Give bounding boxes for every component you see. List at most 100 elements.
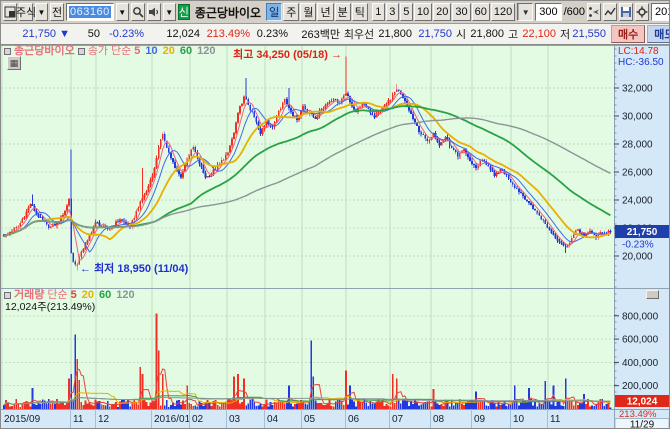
bars-total-label: /600 xyxy=(564,6,585,18)
quote-cell-7: 최우선 xyxy=(343,25,375,43)
period-button-틱[interactable]: 틱 xyxy=(352,3,368,21)
volume-caption: 12,024주(213.49%) xyxy=(5,302,95,313)
quote-cell-8: 21,800 xyxy=(375,25,415,43)
svg-text:200,000: 200,000 xyxy=(622,381,659,392)
quote-cell-4: 213.49% xyxy=(203,25,253,43)
interval-combo[interactable]: ▼ xyxy=(517,3,533,21)
minute-button-120[interactable]: 120 xyxy=(491,3,515,21)
period-button-주[interactable]: 주 xyxy=(283,3,299,21)
speaker-icon[interactable] xyxy=(147,3,161,21)
x-axis-label-05: 05 xyxy=(304,414,315,425)
low-annotation: ← 최저 18,950 (11/04) xyxy=(80,264,188,275)
trendline-tool-icon[interactable] xyxy=(603,3,617,21)
svg-text:600,000: 600,000 xyxy=(622,335,659,346)
gear-icon[interactable] xyxy=(635,3,649,21)
new-stock-badge: 신 xyxy=(178,4,190,20)
volume-ma-period-60: 60 xyxy=(99,290,111,301)
price-legend: 종근당바이오 종가 단순 5102060120 xyxy=(4,46,216,57)
svg-text:20,000: 20,000 xyxy=(622,252,653,263)
search-icon[interactable] xyxy=(131,3,145,21)
volume-ma-period-120: 120 xyxy=(116,290,134,301)
svg-text:24,000: 24,000 xyxy=(622,196,653,207)
minute-button-30[interactable]: 30 xyxy=(452,3,470,21)
legend-stock-name: 종근당바이오 xyxy=(14,46,75,57)
svg-text:800,000: 800,000 xyxy=(622,311,659,322)
all-market-button[interactable]: 전 xyxy=(50,3,64,21)
x-axis-separator xyxy=(301,409,302,429)
legend-periods: 5102060120 xyxy=(134,46,215,57)
x-axis-label-10: 10 xyxy=(513,414,524,425)
minute-button-3[interactable]: 3 xyxy=(386,3,399,21)
pane-collapse-button[interactable] xyxy=(646,290,659,299)
date-value: 2016/11/29 xyxy=(655,6,670,18)
x-axis-separator xyxy=(264,409,265,429)
high-annotation: 최고 34,250 (05/18) → xyxy=(233,50,342,61)
asset-type-dropdown-icon[interactable]: ▼ xyxy=(35,3,48,21)
x-axis-label-11: 11 xyxy=(73,414,83,425)
x-axis-label-12: 12 xyxy=(98,414,109,425)
sell-button[interactable]: 매도 xyxy=(647,25,670,43)
current-volume-value: 12,024 xyxy=(627,397,658,408)
svg-text:400,000: 400,000 xyxy=(622,358,659,369)
x-axis-label-03: 03 xyxy=(229,414,240,425)
x-axis-label-08: 08 xyxy=(433,414,444,425)
volume-legend-name: 거래량 xyxy=(14,290,44,301)
low-change-value: LC:14.78 xyxy=(618,46,664,57)
quote-cell-14: 저 xyxy=(559,25,571,43)
period-button-일[interactable]: 일 xyxy=(266,3,282,21)
x-axis-separator xyxy=(547,409,548,429)
legend-square-icon xyxy=(4,48,11,55)
period-button-월[interactable]: 월 xyxy=(300,3,316,21)
x-axis-label-09: 09 xyxy=(474,414,485,425)
x-axis-label-11: 11 xyxy=(550,414,560,425)
price-volume-chart[interactable]: 20,00022,00024,00026,00028,00030,00032,0… xyxy=(1,45,670,429)
cursor-tool-icon[interactable] xyxy=(587,3,601,21)
minute-button-1[interactable]: 1 xyxy=(372,3,385,21)
ma-period-60: 60 xyxy=(180,46,192,57)
minute-button-10[interactable]: 10 xyxy=(414,3,432,21)
quote-cell-10: 시 xyxy=(455,25,467,43)
current-price-value: 21,750 xyxy=(627,227,658,238)
minute-button-60[interactable]: 60 xyxy=(472,3,490,21)
x-axis-separator xyxy=(510,409,511,429)
minute-button-5[interactable]: 5 xyxy=(400,3,413,21)
save-icon[interactable] xyxy=(619,3,633,21)
chevron-down-icon: ▼ xyxy=(518,4,532,20)
x-axis-label-2016/01: 2016/01 xyxy=(154,414,190,425)
quote-cell-11: 21,800 xyxy=(467,25,507,43)
main-toolbar: 주식 ▼ 전 063160 ▼ ▼ 신 종근당바이오 일주월년분틱 135102… xyxy=(1,1,670,23)
x-axis-separator xyxy=(345,409,346,429)
lc-hc-readout: LC:14.78 HC:-36.50 xyxy=(618,46,664,68)
date-field[interactable]: 2016/11/29 xyxy=(651,3,670,21)
volume-ma-period-20: 20 xyxy=(82,290,94,301)
x-axis-label-07: 07 xyxy=(392,414,403,425)
speaker-dropdown-icon[interactable]: ▼ xyxy=(163,3,176,21)
stock-name-label: 종근당바이오 xyxy=(192,4,264,21)
cursor-date-value: 11/29 xyxy=(630,420,655,429)
code-dropdown-icon[interactable]: ▼ xyxy=(116,3,129,21)
stock-code-input[interactable]: 063160 xyxy=(66,3,114,21)
ma-period-120: 120 xyxy=(197,46,215,57)
window-glyph xyxy=(4,6,16,18)
legend-type-label: 종가 단순 xyxy=(88,46,132,57)
period-button-분[interactable]: 분 xyxy=(335,3,351,21)
asset-type-select[interactable]: 주식 xyxy=(19,3,33,21)
quote-cell-1: 50 xyxy=(73,25,103,43)
buy-button[interactable]: 매수 xyxy=(611,25,645,43)
high-annotation-text: 최고 34,250 (05/18) xyxy=(233,49,328,61)
x-axis-label-04: 04 xyxy=(267,414,278,425)
stock-code-value: 063160 xyxy=(69,6,111,18)
chart-grid-button[interactable]: ▦ xyxy=(7,56,21,70)
quote-cell-13: 22,100 xyxy=(519,25,559,43)
volume-ma-period-5: 5 xyxy=(71,290,77,301)
minute-button-20[interactable]: 20 xyxy=(433,3,451,21)
legend-periods: 5 20 60 120 xyxy=(71,290,135,301)
legend-square-icon xyxy=(78,48,85,55)
volume-legend: 거래량 단순 52060120 xyxy=(4,290,135,301)
legend-square-icon xyxy=(4,292,11,299)
bars-shown-input[interactable]: 300 xyxy=(535,3,561,21)
ma-period-5: 5 xyxy=(134,46,140,57)
x-axis-separator xyxy=(70,409,71,429)
current-price-pct: -0.23% xyxy=(622,240,654,251)
period-button-년[interactable]: 년 xyxy=(317,3,333,21)
